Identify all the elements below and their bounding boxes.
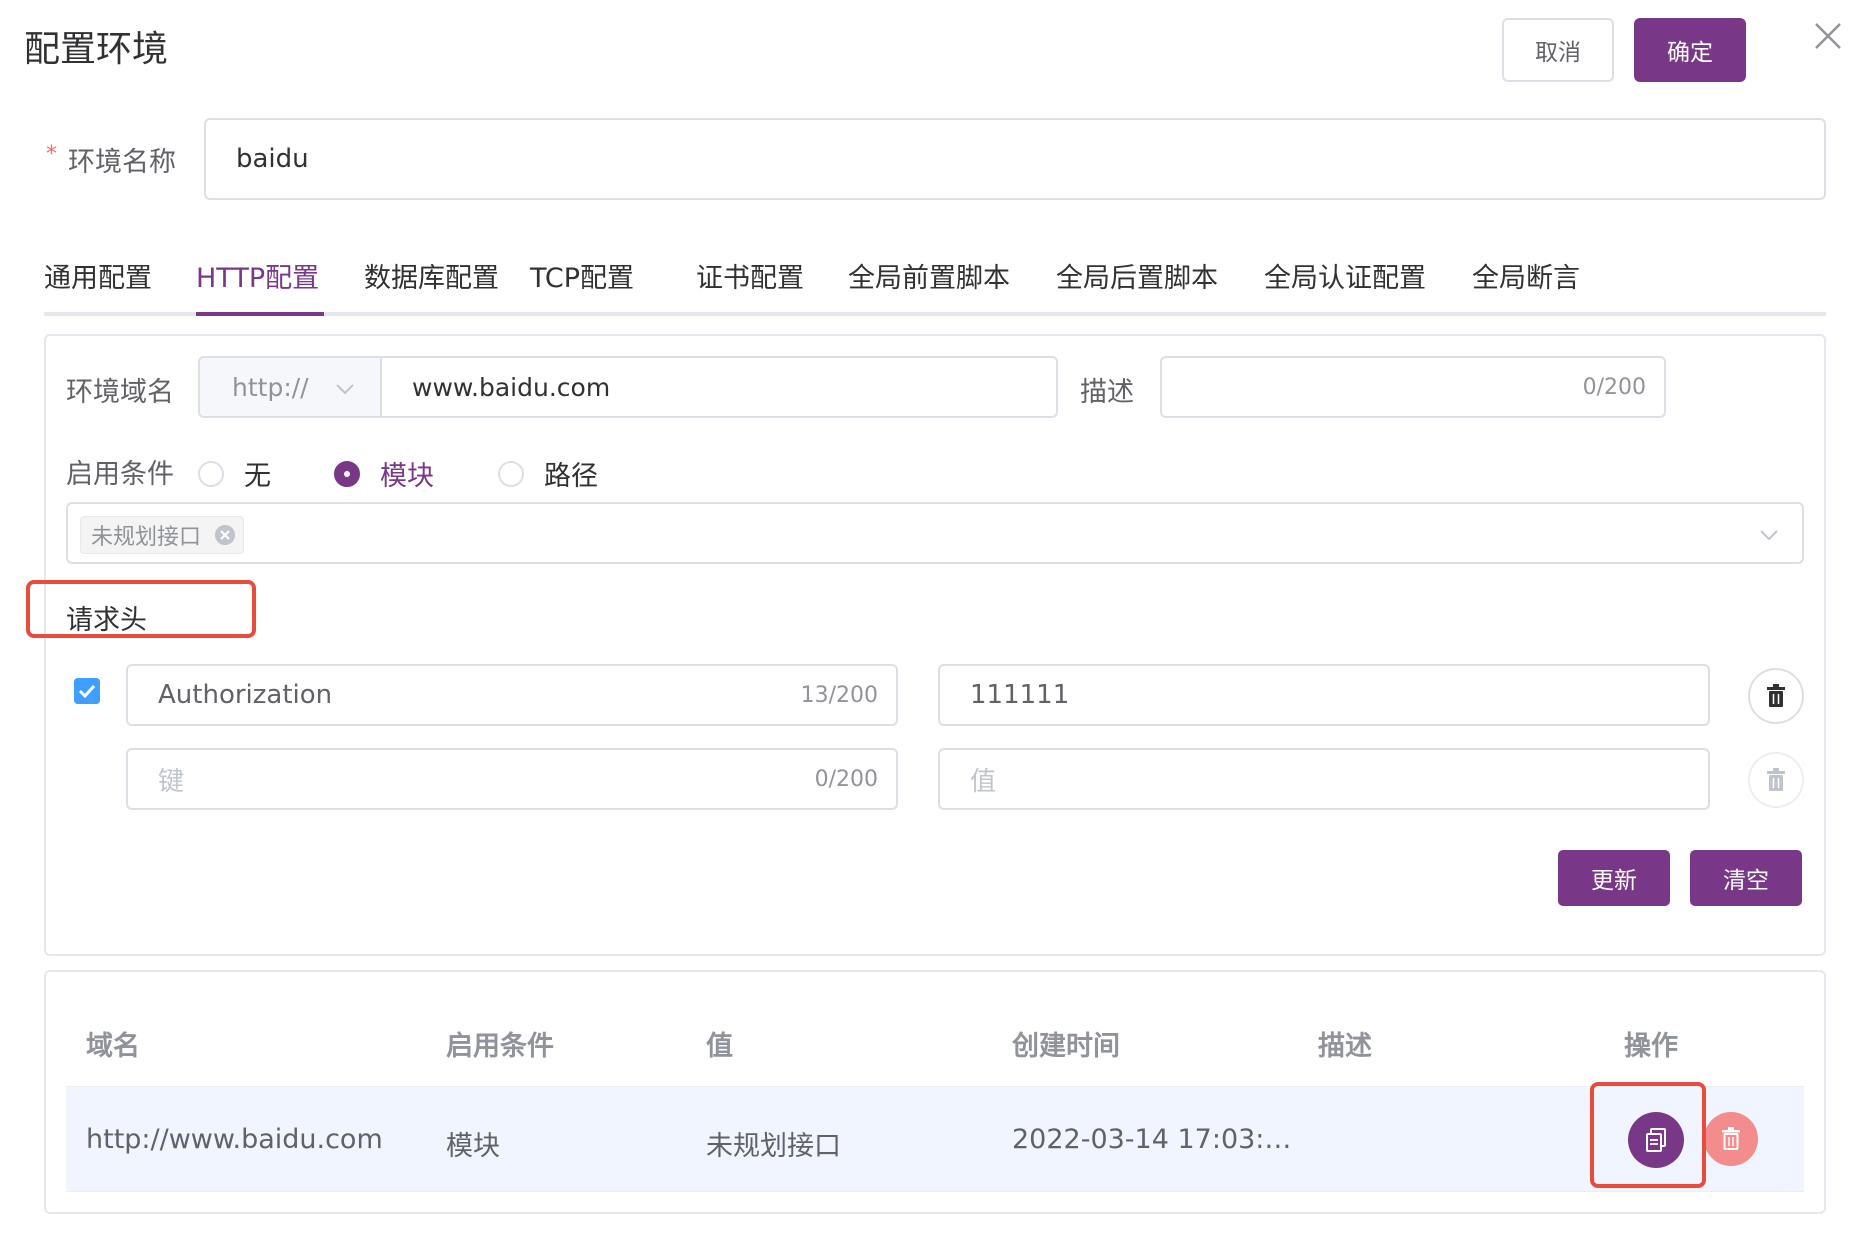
radio-module-label: 模块 xyxy=(380,461,434,492)
tab-general[interactable]: 通用配置 xyxy=(44,256,152,295)
new-header-value-input[interactable]: 值 xyxy=(938,748,1710,810)
header-key-value: Authorization xyxy=(158,680,333,710)
radio-module[interactable]: 模块 xyxy=(334,454,434,493)
condition-label: 启用条件 xyxy=(66,459,174,490)
tab-tcp[interactable]: TCP配置 xyxy=(530,256,634,295)
new-header-key-counter: 0/200 xyxy=(814,766,878,792)
header-enabled-checkbox[interactable] xyxy=(74,678,100,704)
new-header-value-placeholder: 值 xyxy=(970,766,997,797)
close-icon[interactable] xyxy=(1812,20,1844,52)
tab-global-assertion[interactable]: 全局断言 xyxy=(1472,256,1580,295)
desc-label: 描述 xyxy=(1080,377,1134,408)
module-tag: 未规划接口 xyxy=(80,516,245,554)
radio-module-circle xyxy=(334,460,360,487)
config-tabs: 通用配置 HTTP配置 数据库配置 TCP配置 证书配置 全局前置脚本 全局后置… xyxy=(44,256,1826,316)
clear-button[interactable]: 清空 xyxy=(1690,850,1802,906)
column-header-domain: 域名 xyxy=(86,1031,140,1062)
tab-certificate[interactable]: 证书配置 xyxy=(696,256,804,295)
copy-highlight-box xyxy=(1590,1082,1706,1188)
tab-database[interactable]: 数据库配置 xyxy=(364,256,499,295)
desc-counter: 0/200 xyxy=(1582,374,1646,400)
delete-new-header-button[interactable] xyxy=(1748,752,1804,808)
env-name-label: 环境名称 xyxy=(68,147,176,178)
trash-icon xyxy=(1767,684,1785,707)
cell-created: 2022-03-14 17:03:… xyxy=(1012,1124,1292,1155)
radio-none[interactable]: 无 xyxy=(198,454,271,493)
protocol-select[interactable]: http:// xyxy=(198,356,382,418)
domain-value: www.baidu.com xyxy=(412,372,611,402)
radio-path[interactable]: 路径 xyxy=(498,454,598,493)
column-header-value: 值 xyxy=(706,1031,733,1062)
tab-http[interactable]: HTTP配置 xyxy=(196,256,319,295)
tab-global-pre-script[interactable]: 全局前置脚本 xyxy=(848,256,1010,295)
radio-none-label: 无 xyxy=(244,461,271,492)
required-mark: * xyxy=(46,142,57,167)
dialog-title: 配置环境 xyxy=(24,29,169,70)
domain-label: 环境域名 xyxy=(66,377,174,408)
desc-input[interactable]: 0/200 xyxy=(1160,356,1666,418)
cell-value: 未规划接口 xyxy=(706,1131,841,1162)
column-header-actions: 操作 xyxy=(1624,1031,1678,1062)
domain-input[interactable]: www.baidu.com xyxy=(380,356,1058,418)
radio-path-label: 路径 xyxy=(544,461,598,492)
radio-path-circle xyxy=(498,460,524,487)
env-name-input[interactable]: baidu xyxy=(204,118,1826,200)
new-header-key-placeholder: 键 xyxy=(158,766,185,797)
cell-condition: 模块 xyxy=(446,1131,500,1162)
tab-global-auth[interactable]: 全局认证配置 xyxy=(1264,256,1426,295)
module-select[interactable]: 未规划接口 xyxy=(66,502,1804,564)
trash-icon xyxy=(1722,1127,1740,1150)
tab-global-post-script[interactable]: 全局后置脚本 xyxy=(1056,256,1218,295)
column-header-condition: 启用条件 xyxy=(446,1031,554,1062)
header-value-value: 111111 xyxy=(970,680,1070,710)
header-key-input[interactable]: Authorization 13/200 xyxy=(126,664,898,726)
headers-title: 请求头 xyxy=(66,605,147,636)
active-tab-indicator xyxy=(196,312,324,316)
radio-none-circle xyxy=(198,460,224,487)
confirm-button[interactable]: 确定 xyxy=(1634,18,1746,82)
chevron-down-icon xyxy=(336,384,354,395)
delete-row-button[interactable] xyxy=(1704,1112,1758,1166)
protocol-value: http:// xyxy=(232,372,309,402)
chevron-down-icon xyxy=(1760,530,1778,541)
env-name-value: baidu xyxy=(236,144,309,174)
cell-domain: http://www.baidu.com xyxy=(86,1124,383,1155)
delete-header-button[interactable] xyxy=(1748,668,1804,724)
cancel-button[interactable]: 取消 xyxy=(1502,18,1614,82)
header-value-input[interactable]: 111111 xyxy=(938,664,1710,726)
column-header-desc: 描述 xyxy=(1318,1031,1372,1062)
trash-icon xyxy=(1767,768,1785,791)
module-tag-label: 未规划接口 xyxy=(91,525,202,550)
column-header-created: 创建时间 xyxy=(1012,1031,1120,1062)
update-button[interactable]: 更新 xyxy=(1558,850,1670,906)
new-header-key-input[interactable]: 键 0/200 xyxy=(126,748,898,810)
header-key-counter: 13/200 xyxy=(800,682,878,708)
tag-close-icon[interactable] xyxy=(215,525,236,545)
